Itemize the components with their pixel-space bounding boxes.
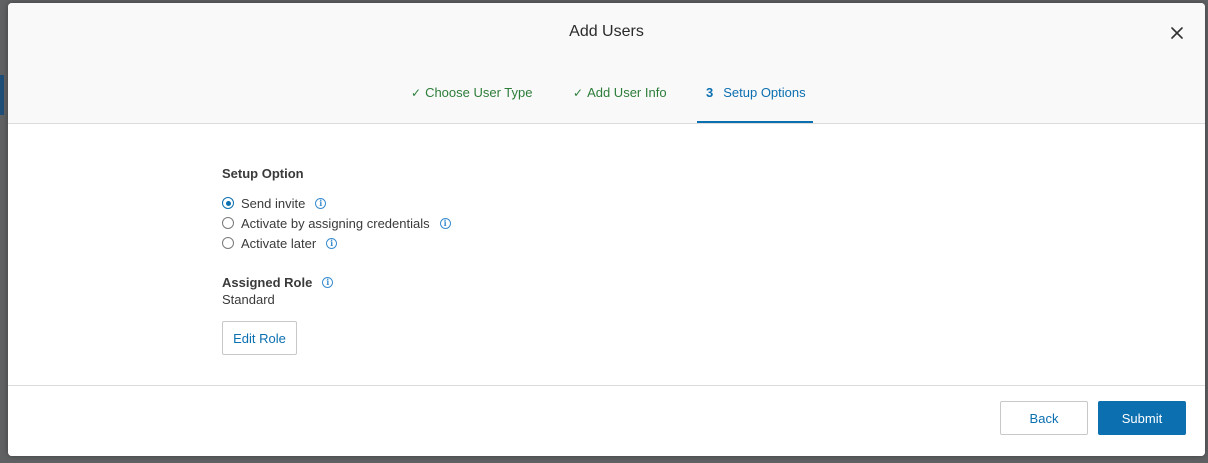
step-number: 3 (706, 85, 714, 100)
info-icon[interactable]: i (315, 197, 327, 209)
info-icon[interactable]: i (439, 217, 451, 229)
step-choose-user-type[interactable]: ✓ Choose User Type (411, 85, 533, 100)
assigned-role-heading: Assigned Role i (222, 272, 451, 292)
radio-send-invite[interactable]: Send invite i (222, 193, 451, 213)
radio-button[interactable] (222, 237, 234, 249)
step-add-user-info[interactable]: ✓ Add User Info (573, 85, 667, 100)
step-label: Setup Options (723, 85, 806, 100)
assigned-role-label: Assigned Role (222, 274, 313, 290)
dialog-header: Add Users ✓ Choose User Type ✓ Add User … (8, 3, 1205, 124)
assigned-role-section: Assigned Role i Standard Edit Role (222, 272, 451, 355)
dialog-body: Setup Option Send invite i Activate by a… (222, 166, 451, 355)
radio-label: Activate by assigning credentials (241, 215, 430, 231)
radio-activate-credentials[interactable]: Activate by assigning credentials i (222, 213, 451, 233)
edit-role-button[interactable]: Edit Role (222, 321, 297, 355)
stepper: ✓ Choose User Type ✓ Add User Info 3 Set… (8, 3, 1205, 123)
background-page-accent (0, 75, 4, 115)
submit-button[interactable]: Submit (1098, 401, 1186, 435)
back-button[interactable]: Back (1000, 401, 1088, 435)
assigned-role-value: Standard (222, 292, 275, 307)
radio-label: Send invite (241, 195, 306, 211)
setup-option-heading: Setup Option (222, 166, 304, 181)
dialog-footer: Back Submit (8, 385, 1205, 456)
add-users-dialog: Add Users ✓ Choose User Type ✓ Add User … (8, 3, 1205, 456)
check-icon: ✓ (411, 85, 422, 100)
step-label: Add User Info (587, 85, 667, 100)
step-setup-options[interactable]: 3 Setup Options (706, 85, 806, 100)
info-icon[interactable]: i (322, 276, 334, 288)
check-icon: ✓ (573, 85, 584, 100)
active-step-indicator (697, 121, 813, 123)
radio-button-selected[interactable] (222, 197, 234, 209)
radio-label: Activate later (241, 235, 317, 251)
step-label: Choose User Type (425, 85, 533, 100)
radio-button[interactable] (222, 217, 234, 229)
radio-activate-later[interactable]: Activate later i (222, 233, 451, 253)
info-icon[interactable]: i (326, 237, 338, 249)
